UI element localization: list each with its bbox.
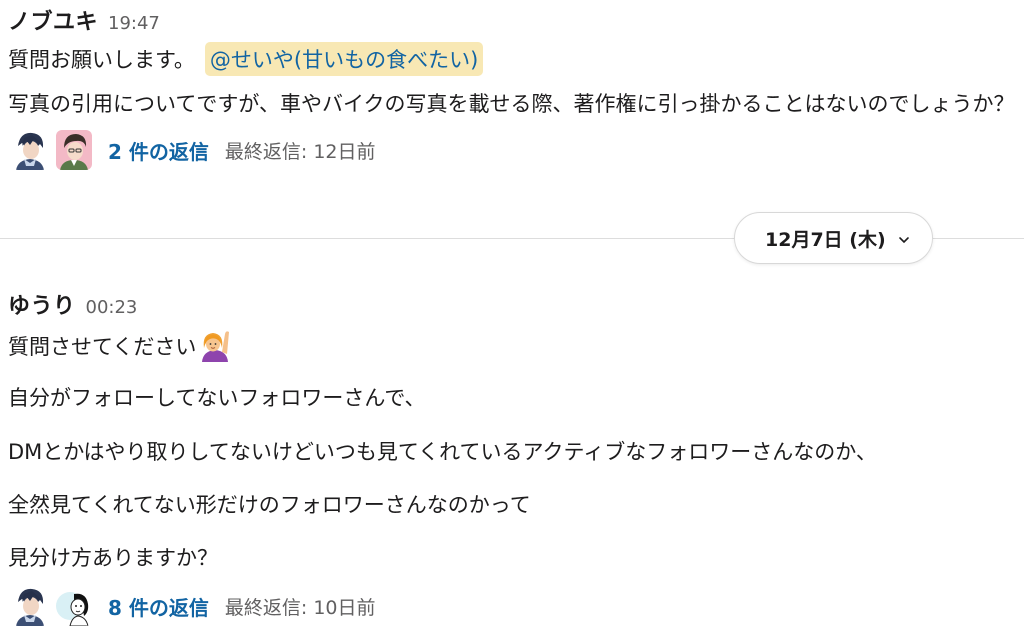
message-text-line: 質問させてください: [8, 326, 232, 367]
message-text: 質問させてください: [8, 335, 197, 359]
last-reply-time: 最終返信: 10日前: [224, 596, 376, 619]
message-text-line: 写真の引用についてですが、車やバイクの写真を載せる際、著作権に引っ掛かることはな…: [8, 92, 1015, 116]
thread-summary[interactable]: 2 件の返信 最終返信: 12日前: [12, 128, 376, 172]
date-label: 12月7日 (木): [765, 228, 886, 251]
message-text-line: 自分がフォローしてないフォロワーさんで、: [8, 386, 426, 410]
avatar[interactable]: [56, 586, 92, 626]
author-name[interactable]: ゆうり: [8, 294, 76, 319]
message-header: ノブユキ 19:47: [8, 4, 160, 36]
user-mention[interactable]: @せいや(甘いもの食べたい): [204, 42, 484, 76]
thread-summary[interactable]: 8 件の返信 最終返信: 10日前: [12, 584, 376, 628]
message-text-line: DMとかはやり取りしてないけどいつも見てくれているアクティブなフォロワーさんなの…: [8, 440, 877, 464]
slack-channel: ノブユキ 19:47 質問お願いします。 @せいや(甘いもの食べたい) 写真の引用に…: [0, 0, 1024, 631]
chevron-down-icon: [898, 229, 910, 248]
reply-count-link[interactable]: 2 件の返信: [108, 136, 209, 165]
timestamp[interactable]: 00:23: [86, 297, 138, 318]
message-text-line: 全然見てくれてない形だけのフォロワーさんなのかって: [8, 493, 531, 517]
message-text-line: 質問お願いします。 @せいや(甘いもの食べたい): [8, 42, 484, 76]
reply-count-link[interactable]: 8 件の返信: [108, 592, 209, 621]
timestamp[interactable]: 19:47: [108, 13, 160, 34]
date-divider: 12月7日 (木): [0, 212, 1024, 264]
avatar[interactable]: [12, 586, 48, 626]
author-name[interactable]: ノブユキ: [8, 10, 98, 35]
last-reply-time: 最終返信: 12日前: [224, 140, 376, 163]
message-text-line: 見分け方ありますか？: [8, 546, 218, 570]
message-text: 質問お願いします。: [8, 48, 195, 72]
message-header: ゆうり 00:23: [8, 288, 137, 320]
avatar[interactable]: [12, 130, 48, 170]
date-jump-button[interactable]: 12月7日 (木): [734, 212, 933, 264]
avatar[interactable]: [56, 130, 92, 170]
raising-hand-emoji-icon: [198, 326, 232, 367]
